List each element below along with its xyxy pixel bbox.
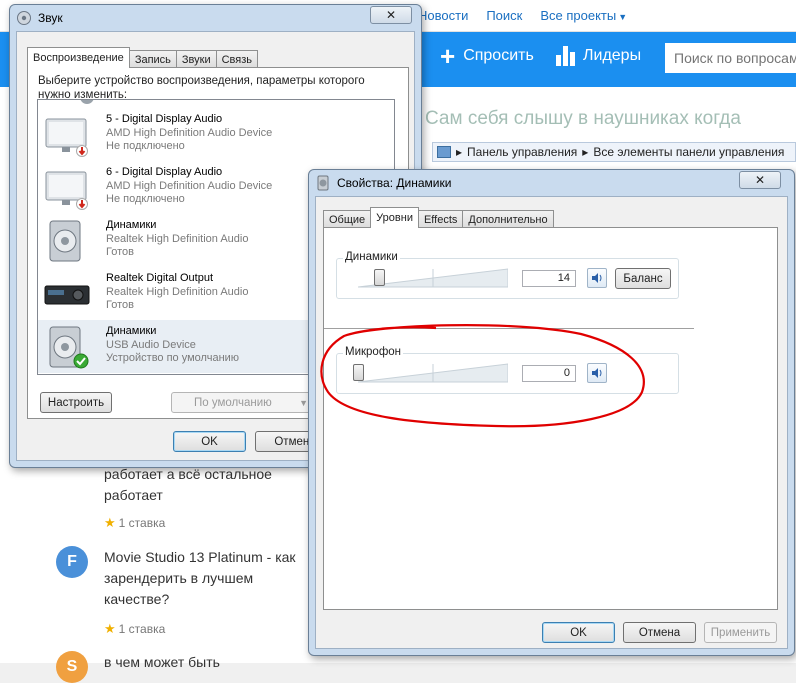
device-driver: AMD High Definition Audio Device: [106, 127, 273, 139]
tab-levels[interactable]: Уровни: [370, 207, 419, 228]
cancel-button[interactable]: Отмена: [623, 622, 696, 643]
nav-all-projects-label: Все проекты: [540, 8, 617, 23]
window-titlebar: Свойства: Динамики: [315, 172, 451, 194]
configure-button[interactable]: Настроить: [40, 392, 112, 413]
mute-toggle-button[interactable]: [587, 268, 607, 288]
device-name: Realtek Digital Output: [106, 272, 213, 284]
ok-button[interactable]: OK: [542, 622, 615, 643]
caret-down-icon: ▼: [618, 12, 628, 22]
receiver-icon: [44, 285, 90, 305]
nav-all-projects-link[interactable]: Все проекты ▼: [540, 8, 627, 23]
bar-chart-icon: [556, 46, 575, 66]
star-icon: ★: [104, 515, 116, 530]
device-status: Устройство по умолчанию: [106, 352, 240, 364]
device-driver: Realtek High Definition Audio: [106, 286, 249, 298]
speaker-icon: [317, 175, 329, 191]
bet-count: 1 ставка: [118, 622, 166, 636]
balance-button[interactable]: Баланс: [615, 268, 671, 289]
breadcrumb-separator-icon: ▸: [456, 145, 463, 159]
ask-button[interactable]: + Спросить: [440, 41, 534, 71]
leaders-button-label: Лидеры: [583, 47, 642, 64]
device-status: Не подключено: [106, 193, 185, 205]
tab-bar: Общие Уровни Effects Дополнительно: [323, 207, 554, 228]
device-name: 6 - Digital Display Audio: [106, 166, 223, 178]
speakers-level-group: Динамики 14 Баланс: [336, 251, 679, 299]
speaker-icon: [49, 220, 81, 262]
address-bar[interactable]: ▸ Панель управления ▸ Все элементы панел…: [432, 142, 796, 162]
monitor-icon: [45, 118, 88, 157]
speakers-label: Динамики: [343, 251, 400, 263]
tab-playback[interactable]: Воспроизведение: [27, 47, 130, 68]
set-default-label: По умолчанию: [194, 396, 272, 409]
device-status: Не подключено: [106, 140, 185, 152]
breadcrumb-separator-icon: ▸: [582, 145, 589, 159]
device-status: Готов: [106, 299, 134, 311]
breadcrumb-control-panel[interactable]: Панель управления: [467, 145, 577, 159]
bet-count: 1 ставка: [118, 516, 166, 530]
tab-advanced[interactable]: Дополнительно: [462, 210, 554, 228]
device-status: Готов: [106, 246, 134, 258]
site-search-input[interactable]: [665, 43, 796, 73]
slider-thumb[interactable]: [374, 269, 385, 286]
ok-button[interactable]: OK: [173, 431, 246, 452]
window-title: Звук: [38, 11, 63, 25]
ask-button-label: Спросить: [463, 47, 534, 64]
avatar: S: [56, 651, 88, 683]
close-button[interactable]: ✕: [739, 171, 781, 189]
tab-recording[interactable]: Запись: [128, 50, 177, 68]
nav-news-link[interactable]: Новости: [418, 8, 468, 23]
chevron-down-icon: ▼: [299, 397, 308, 408]
leaders-button[interactable]: Лидеры: [556, 46, 641, 66]
tab-bar: Воспроизведение Запись Звуки Связь: [27, 47, 259, 68]
question-meta: ★ 1 ставка: [104, 515, 165, 531]
monitor-icon: [45, 171, 88, 210]
window-title: Свойства: Динамики: [337, 176, 452, 190]
tab-effects[interactable]: Effects: [417, 210, 464, 228]
instructions-text: Выберите устройство воспроизведения, пар…: [38, 75, 365, 101]
red-annotation-ellipse: [320, 324, 645, 428]
speaker-icon: [49, 326, 89, 369]
device-driver: Realtek High Definition Audio: [106, 233, 249, 245]
apply-button[interactable]: Применить: [704, 622, 777, 643]
window-titlebar: Звук: [16, 7, 63, 29]
device-driver: USB Audio Device: [106, 339, 196, 351]
question-link[interactable]: Movie Studio 13 Platinum - как зарендери…: [104, 547, 314, 610]
close-icon: ✕: [385, 8, 397, 22]
close-button[interactable]: ✕: [370, 6, 412, 24]
plus-icon: +: [440, 41, 456, 71]
question-meta: ★ 1 ставка: [104, 621, 165, 637]
tab-general[interactable]: Общие: [323, 210, 372, 228]
device-icon-partial: [80, 100, 94, 104]
device-name: 5 - Digital Display Audio: [106, 113, 223, 125]
nav-search-link[interactable]: Поиск: [486, 8, 522, 23]
device-item[interactable]: 5 - Digital Display Audio AMD High Defin…: [38, 108, 394, 161]
device-name: Динамики: [106, 219, 157, 231]
close-icon: ✕: [754, 173, 766, 187]
star-icon: ★: [104, 621, 116, 636]
avatar: F: [56, 546, 88, 578]
breadcrumb-all-items[interactable]: Все элементы панели управления: [593, 145, 784, 159]
speaker-volume-icon: [592, 273, 602, 283]
top-nav: Новости Поиск Все проекты ▼: [418, 8, 627, 23]
control-panel-icon: [437, 146, 451, 158]
question-link[interactable]: работает а всё остальное работает: [104, 464, 314, 506]
sound-icon: [17, 11, 31, 25]
speakers-level-value[interactable]: 14: [522, 270, 576, 287]
tab-communications[interactable]: Связь: [215, 50, 259, 68]
question-title: Сам себя слышу в наушниках когда: [425, 108, 741, 129]
tab-sounds[interactable]: Звуки: [175, 50, 217, 68]
device-name: Динамики: [106, 325, 157, 337]
device-driver: AMD High Definition Audio Device: [106, 180, 273, 192]
set-default-button[interactable]: По умолчанию ▼: [171, 392, 311, 413]
